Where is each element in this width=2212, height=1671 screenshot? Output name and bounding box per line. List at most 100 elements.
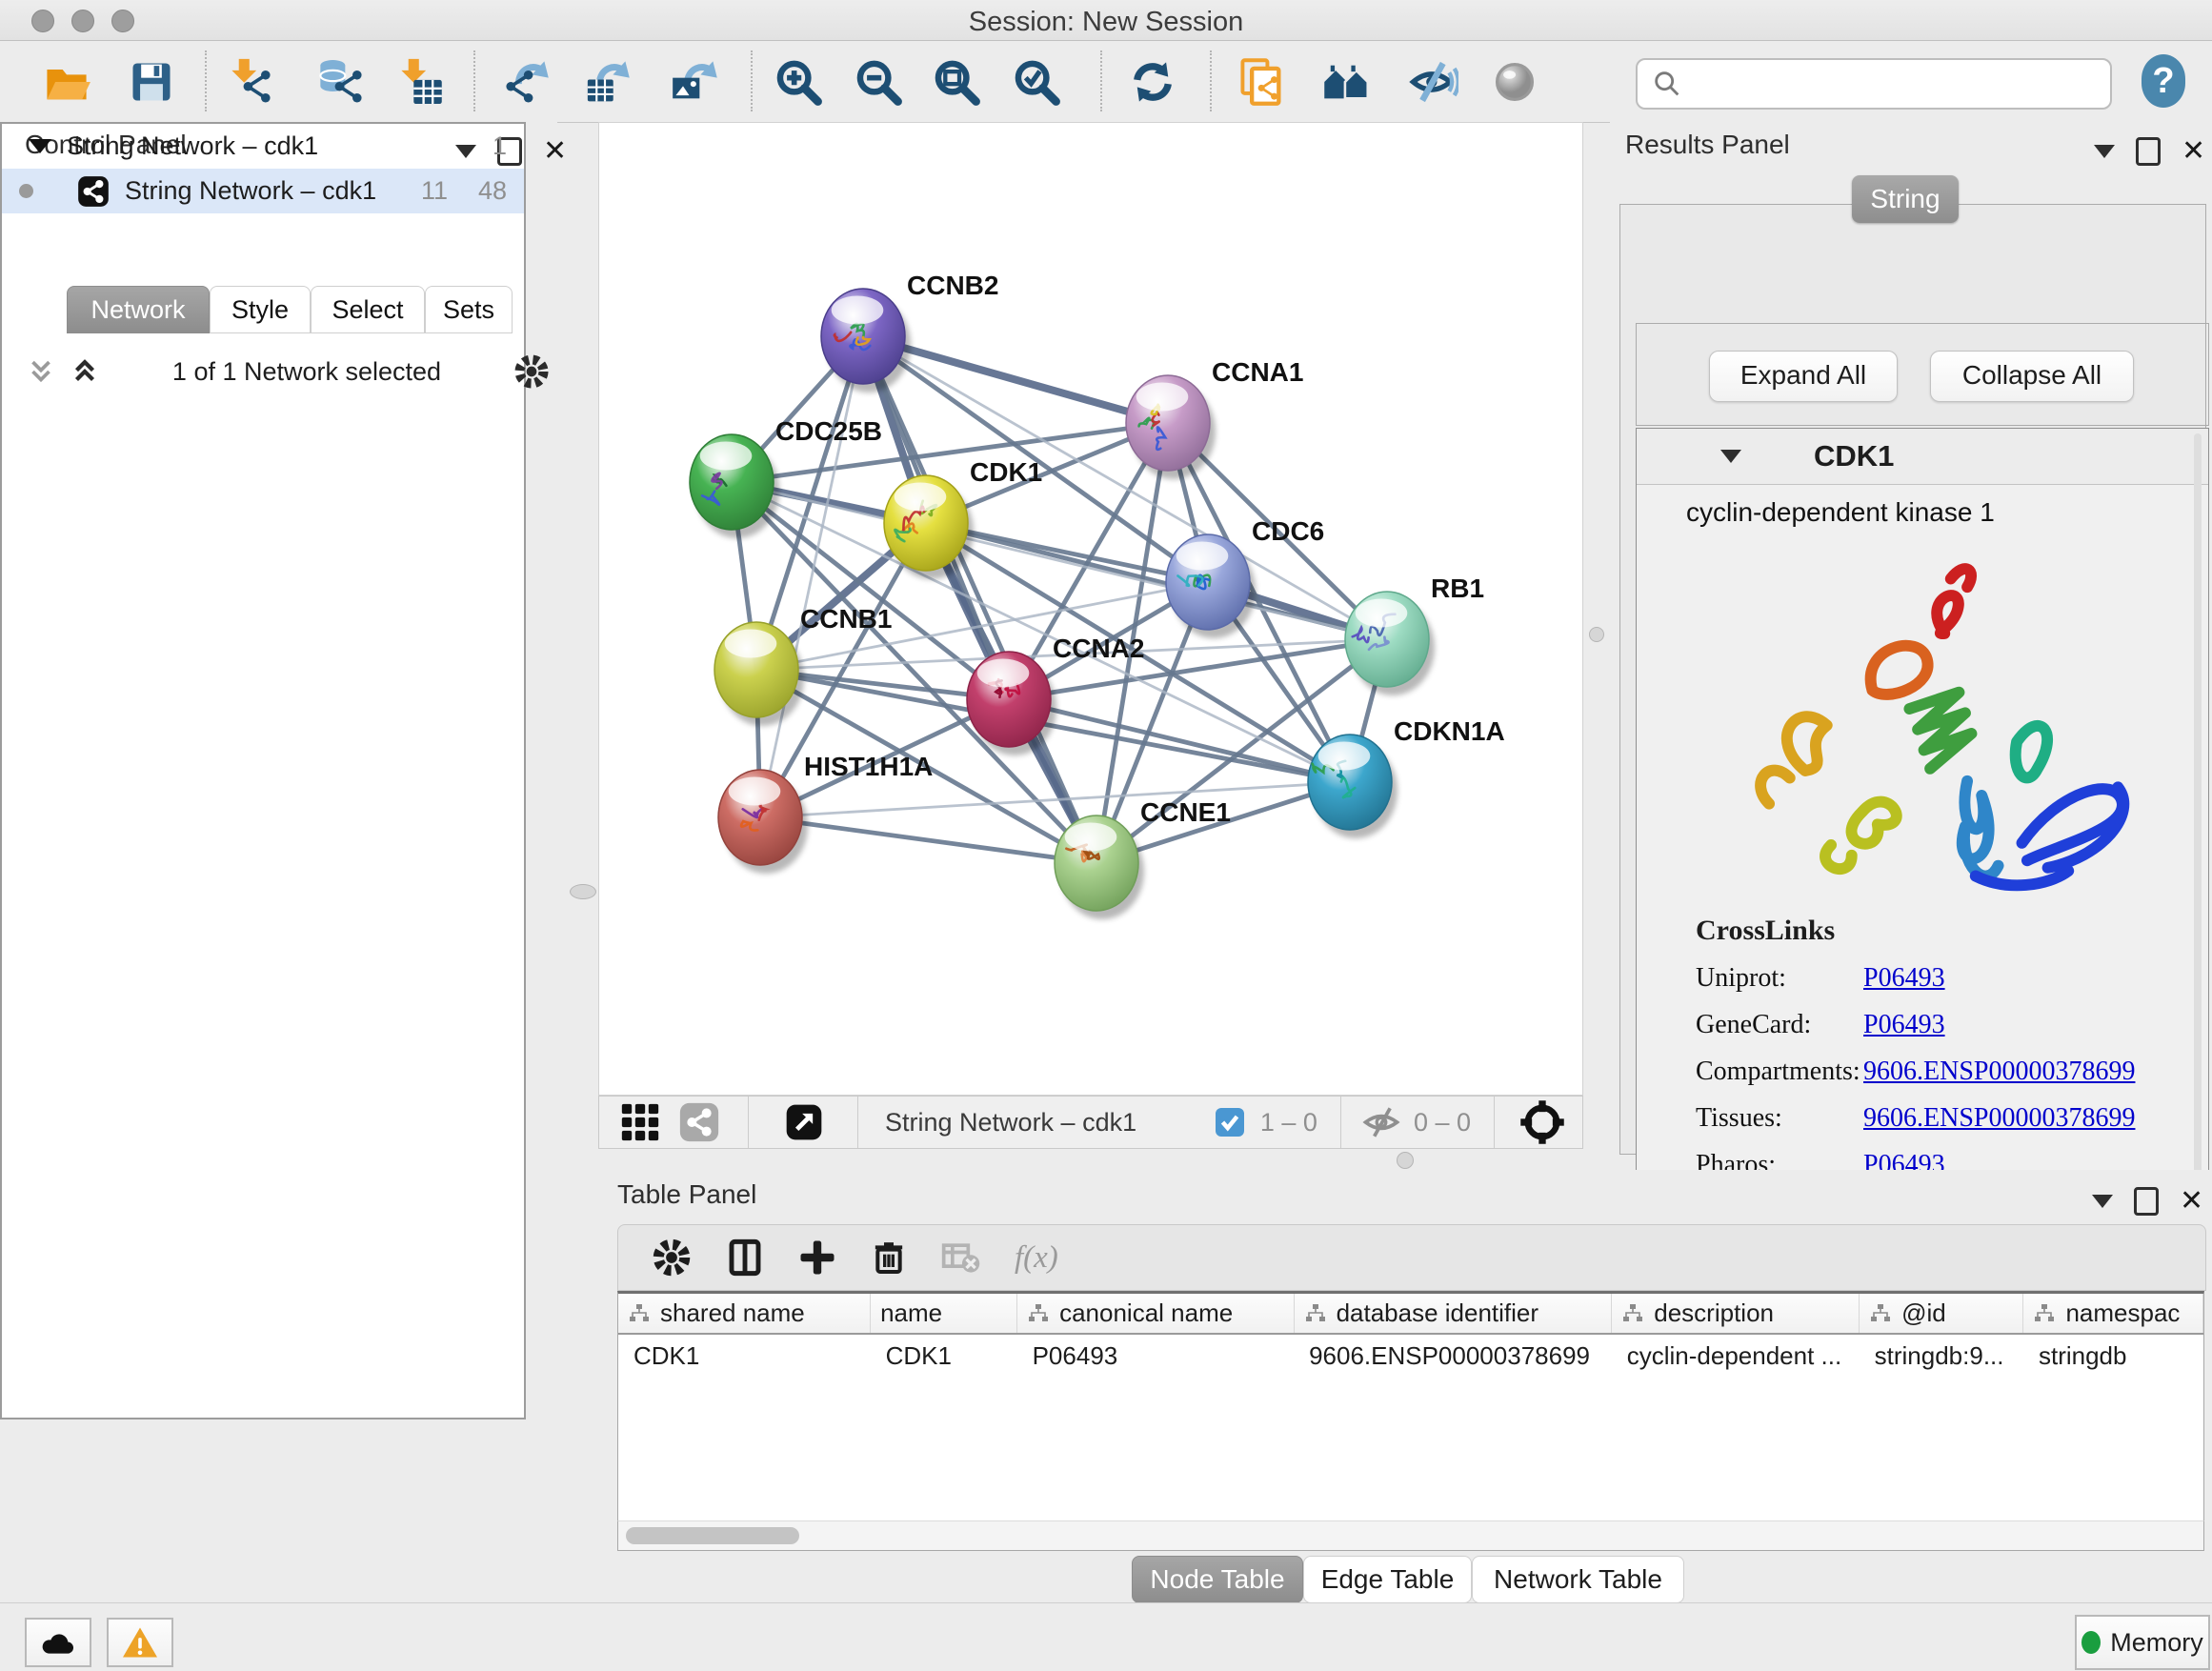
tab-select[interactable]: Select <box>311 286 425 333</box>
cloud-button[interactable] <box>25 1618 91 1667</box>
hide-graphics-details-icon[interactable] <box>1406 54 1461 110</box>
fit-selected-crosshair-icon[interactable] <box>1518 1097 1567 1147</box>
level-of-detail-icon[interactable] <box>1487 54 1542 110</box>
float-panel-icon[interactable] <box>2136 137 2161 166</box>
tab-network[interactable]: Network <box>67 286 210 333</box>
create-column-plus-icon[interactable] <box>797 1237 837 1278</box>
zoom-out-icon[interactable] <box>851 54 906 110</box>
table-cell[interactable]: CDK1 <box>618 1334 871 1378</box>
cloud-icon <box>39 1627 77 1658</box>
table-cell[interactable]: 9606.ENSP00000378699 <box>1294 1334 1612 1378</box>
crosslink-link[interactable]: 9606.ENSP00000378699 <box>1863 1103 2135 1134</box>
network-snapshot-icon[interactable] <box>1235 54 1290 110</box>
expand-all-icon[interactable] <box>69 355 101 388</box>
network-node-CCNB2[interactable]: CCNB2 <box>821 271 998 393</box>
help-button[interactable]: ? <box>2142 54 2185 108</box>
vertical-scrollbar-track[interactable] <box>2194 433 2202 1220</box>
refresh-layout-icon[interactable] <box>1125 54 1180 110</box>
export-table-icon[interactable] <box>580 54 635 110</box>
close-panel-icon[interactable]: ✕ <box>2182 140 2205 163</box>
import-network-file-icon[interactable] <box>222 54 277 110</box>
network-collection-label: String Network – cdk1 <box>67 131 318 161</box>
export-network-icon[interactable] <box>499 54 554 110</box>
crosslink-link[interactable]: P06493 <box>1863 1010 1945 1040</box>
selected-checkbox-icon[interactable] <box>1213 1105 1247 1139</box>
tab-sets[interactable]: Sets <box>425 286 513 333</box>
table-cell[interactable]: cyclin-dependent ... <box>1612 1334 1860 1378</box>
bottom-splitter-handle[interactable] <box>1397 1152 1414 1169</box>
string-home-icon[interactable] <box>1318 54 1374 110</box>
string-badge-icon[interactable] <box>677 1100 721 1144</box>
network-collection-row[interactable]: String Network – cdk1 1 <box>2 124 524 169</box>
open-session-icon[interactable] <box>39 54 94 110</box>
table-row[interactable]: CDK1CDK1P064939606.ENSP00000378699cyclin… <box>618 1334 2203 1378</box>
export-image-icon[interactable] <box>668 54 723 110</box>
left-splitter-handle[interactable] <box>570 884 596 899</box>
node-table[interactable]: shared namenamecanonical namedatabase id… <box>617 1291 2204 1551</box>
table-cell[interactable]: stringdb <box>2023 1334 2203 1378</box>
network-view-canvas[interactable]: CCNB2CCNA1CDC25BCDK1CDC6RB1CCNB1CCNA2CDK… <box>598 122 1583 1096</box>
close-panel-icon[interactable]: ✕ <box>2180 1190 2203 1213</box>
network-node-CCNA1[interactable]: CCNA1 <box>1126 357 1303 479</box>
network-node-CCNE1[interactable]: CCNE1 <box>1055 797 1231 919</box>
expand-all-button[interactable]: Expand All <box>1709 351 1898 402</box>
tab-node-table[interactable]: Node Table <box>1132 1556 1303 1603</box>
network-row[interactable]: String Network – cdk1 11 48 <box>2 169 524 213</box>
column-header-namespac[interactable]: namespac <box>2023 1294 2203 1334</box>
tab-style[interactable]: Style <box>210 286 311 333</box>
crosslink-row: Uniprot:P06493 <box>1696 963 2135 994</box>
zoom-fit-icon[interactable] <box>929 54 984 110</box>
network-node-CDC25B[interactable]: CDC25B <box>690 416 882 538</box>
table-cell[interactable]: P06493 <box>1017 1334 1294 1378</box>
delete-column-trash-icon[interactable] <box>870 1237 908 1278</box>
import-network-database-icon[interactable] <box>313 54 369 110</box>
search-input[interactable] <box>1691 64 2110 104</box>
network-node-CDC6[interactable]: CDC6 <box>1166 516 1324 638</box>
column-header--id[interactable]: @id <box>1860 1294 2023 1334</box>
float-panel-icon[interactable] <box>2134 1187 2159 1216</box>
collapse-all-button[interactable]: Collapse All <box>1930 351 2134 402</box>
tab-string[interactable]: String <box>1852 175 1959 223</box>
open-in-window-icon[interactable] <box>783 1101 825 1143</box>
table-cell[interactable]: stringdb:9... <box>1860 1334 2023 1378</box>
column-header-shared-name[interactable]: shared name <box>618 1294 871 1334</box>
network-edge-HIST1H1A-CCNE1[interactable] <box>760 817 1096 863</box>
birdseye-grid-icon[interactable] <box>618 1100 662 1144</box>
collapse-all-icon[interactable] <box>25 355 57 388</box>
main-toolbar: ? <box>0 41 2212 123</box>
tab-edge-table[interactable]: Edge Table <box>1303 1556 1472 1603</box>
close-panel-icon[interactable]: ✕ <box>543 140 567 163</box>
table-scrollbar-thumb[interactable] <box>626 1527 799 1544</box>
show-columns-icon[interactable] <box>725 1237 765 1278</box>
current-network-name: String Network – cdk1 <box>885 1108 1136 1137</box>
table-settings-gear-icon[interactable] <box>651 1237 693 1278</box>
memory-button[interactable]: Memory <box>2075 1615 2210 1670</box>
column-header-canonical-name[interactable]: canonical name <box>1017 1294 1294 1334</box>
table-cell[interactable]: CDK1 <box>871 1334 1017 1378</box>
toolbar-separator <box>205 50 207 111</box>
network-edge-CCNB2-CCNE1[interactable] <box>863 336 1096 863</box>
panel-menu-icon[interactable] <box>2092 1195 2113 1208</box>
network-node-RB1[interactable]: RB1 <box>1345 574 1484 695</box>
zoom-in-icon[interactable] <box>771 54 826 110</box>
table-scrollbar-track[interactable] <box>617 1520 2204 1551</box>
tab-network-table[interactable]: Network Table <box>1472 1556 1684 1603</box>
save-session-icon[interactable] <box>124 54 179 110</box>
column-header-name[interactable]: name <box>871 1294 1017 1334</box>
network-options-gear-icon[interactable] <box>513 352 551 391</box>
network-node-CDKN1A[interactable]: CDKN1A <box>1308 716 1505 838</box>
warnings-button[interactable] <box>107 1618 173 1667</box>
column-header-database-identifier[interactable]: database identifier <box>1294 1294 1612 1334</box>
network-edge-CCNB2-HIST1H1A[interactable] <box>760 336 863 817</box>
tree-expand-icon[interactable] <box>29 139 51 153</box>
crosslink-link[interactable]: 9606.ENSP00000378699 <box>1863 1057 2135 1087</box>
panel-menu-icon[interactable] <box>2094 145 2115 158</box>
zoom-selected-icon[interactable] <box>1009 54 1064 110</box>
right-splitter-handle[interactable] <box>1589 627 1604 642</box>
import-table-file-icon[interactable] <box>392 54 447 110</box>
protein-accordion-header[interactable]: CDK1 <box>1637 429 2208 485</box>
search-box[interactable] <box>1636 58 2112 110</box>
column-header-description[interactable]: description <box>1612 1294 1860 1334</box>
crosslink-link[interactable]: P06493 <box>1863 963 1945 994</box>
accordion-collapse-icon[interactable] <box>1720 450 1741 463</box>
